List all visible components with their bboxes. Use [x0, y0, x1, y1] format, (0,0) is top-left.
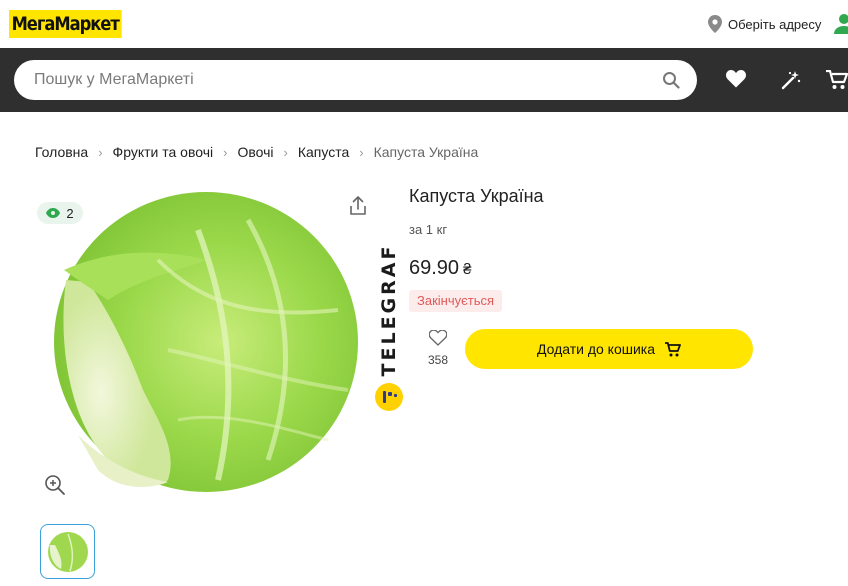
- address-selector[interactable]: Оберіть адресу: [708, 15, 821, 33]
- magic-wand-icon[interactable]: [781, 70, 801, 90]
- views-count: 2: [66, 205, 74, 221]
- search-bar: [0, 48, 848, 112]
- breadcrumb-item-cabbage[interactable]: Капуста: [298, 144, 349, 160]
- user-icon[interactable]: [834, 14, 848, 34]
- breadcrumb-item-current: Капуста Україна: [373, 144, 479, 160]
- product-image[interactable]: [48, 190, 360, 496]
- eye-icon: [46, 208, 61, 218]
- thumbnail-image: [47, 531, 88, 572]
- chevron-right-icon: ›: [223, 144, 228, 160]
- chevron-right-icon: ›: [359, 144, 364, 160]
- share-icon[interactable]: [349, 196, 367, 216]
- views-badge: 2: [37, 202, 83, 224]
- currency-symbol: ₴: [463, 261, 472, 278]
- breadcrumb-item-home[interactable]: Головна: [35, 144, 88, 160]
- heart-outline-icon: [428, 329, 448, 346]
- telegraf-watermark: TELEGRAF: [374, 240, 404, 412]
- search-input[interactable]: [34, 60, 644, 100]
- cart-icon[interactable]: [826, 70, 848, 90]
- top-bar: МегаМаркет Оберіть адресу: [0, 0, 848, 48]
- search-icon[interactable]: [662, 71, 680, 89]
- breadcrumb: Головна › Фрукти та овочі › Овочі › Капу…: [35, 144, 478, 160]
- product-thumbnail[interactable]: [40, 524, 95, 579]
- telegraf-logo-icon: [375, 383, 403, 411]
- favorites-count: 358: [427, 353, 449, 367]
- favorite-button[interactable]: 358: [422, 329, 454, 367]
- megamarket-logo[interactable]: МегаМаркет: [9, 10, 122, 38]
- address-label: Оберіть адресу: [728, 16, 822, 32]
- product-title: Капуста Україна: [409, 186, 544, 206]
- stock-status-badge: Закінчується: [409, 290, 503, 312]
- add-to-cart-button[interactable]: Додати до кошика: [465, 329, 753, 369]
- heart-icon[interactable]: [726, 70, 746, 88]
- product-price: 69.90 ₴: [409, 257, 471, 280]
- chevron-right-icon: ›: [98, 144, 103, 160]
- product-unit: за 1 кг: [409, 222, 448, 237]
- chevron-right-icon: ›: [283, 144, 288, 160]
- add-to-cart-label: Додати до кошика: [536, 341, 656, 357]
- price-value: 69.90: [409, 257, 460, 279]
- search-box: [14, 60, 697, 100]
- watermark-text: TELEGRAF: [378, 243, 400, 377]
- location-pin-icon: [708, 15, 722, 33]
- zoom-in-icon[interactable]: [44, 474, 66, 496]
- cart-icon: [665, 341, 681, 356]
- breadcrumb-item-fruits-vegetables[interactable]: Фрукти та овочі: [113, 144, 214, 160]
- breadcrumb-item-vegetables[interactable]: Овочі: [237, 144, 273, 160]
